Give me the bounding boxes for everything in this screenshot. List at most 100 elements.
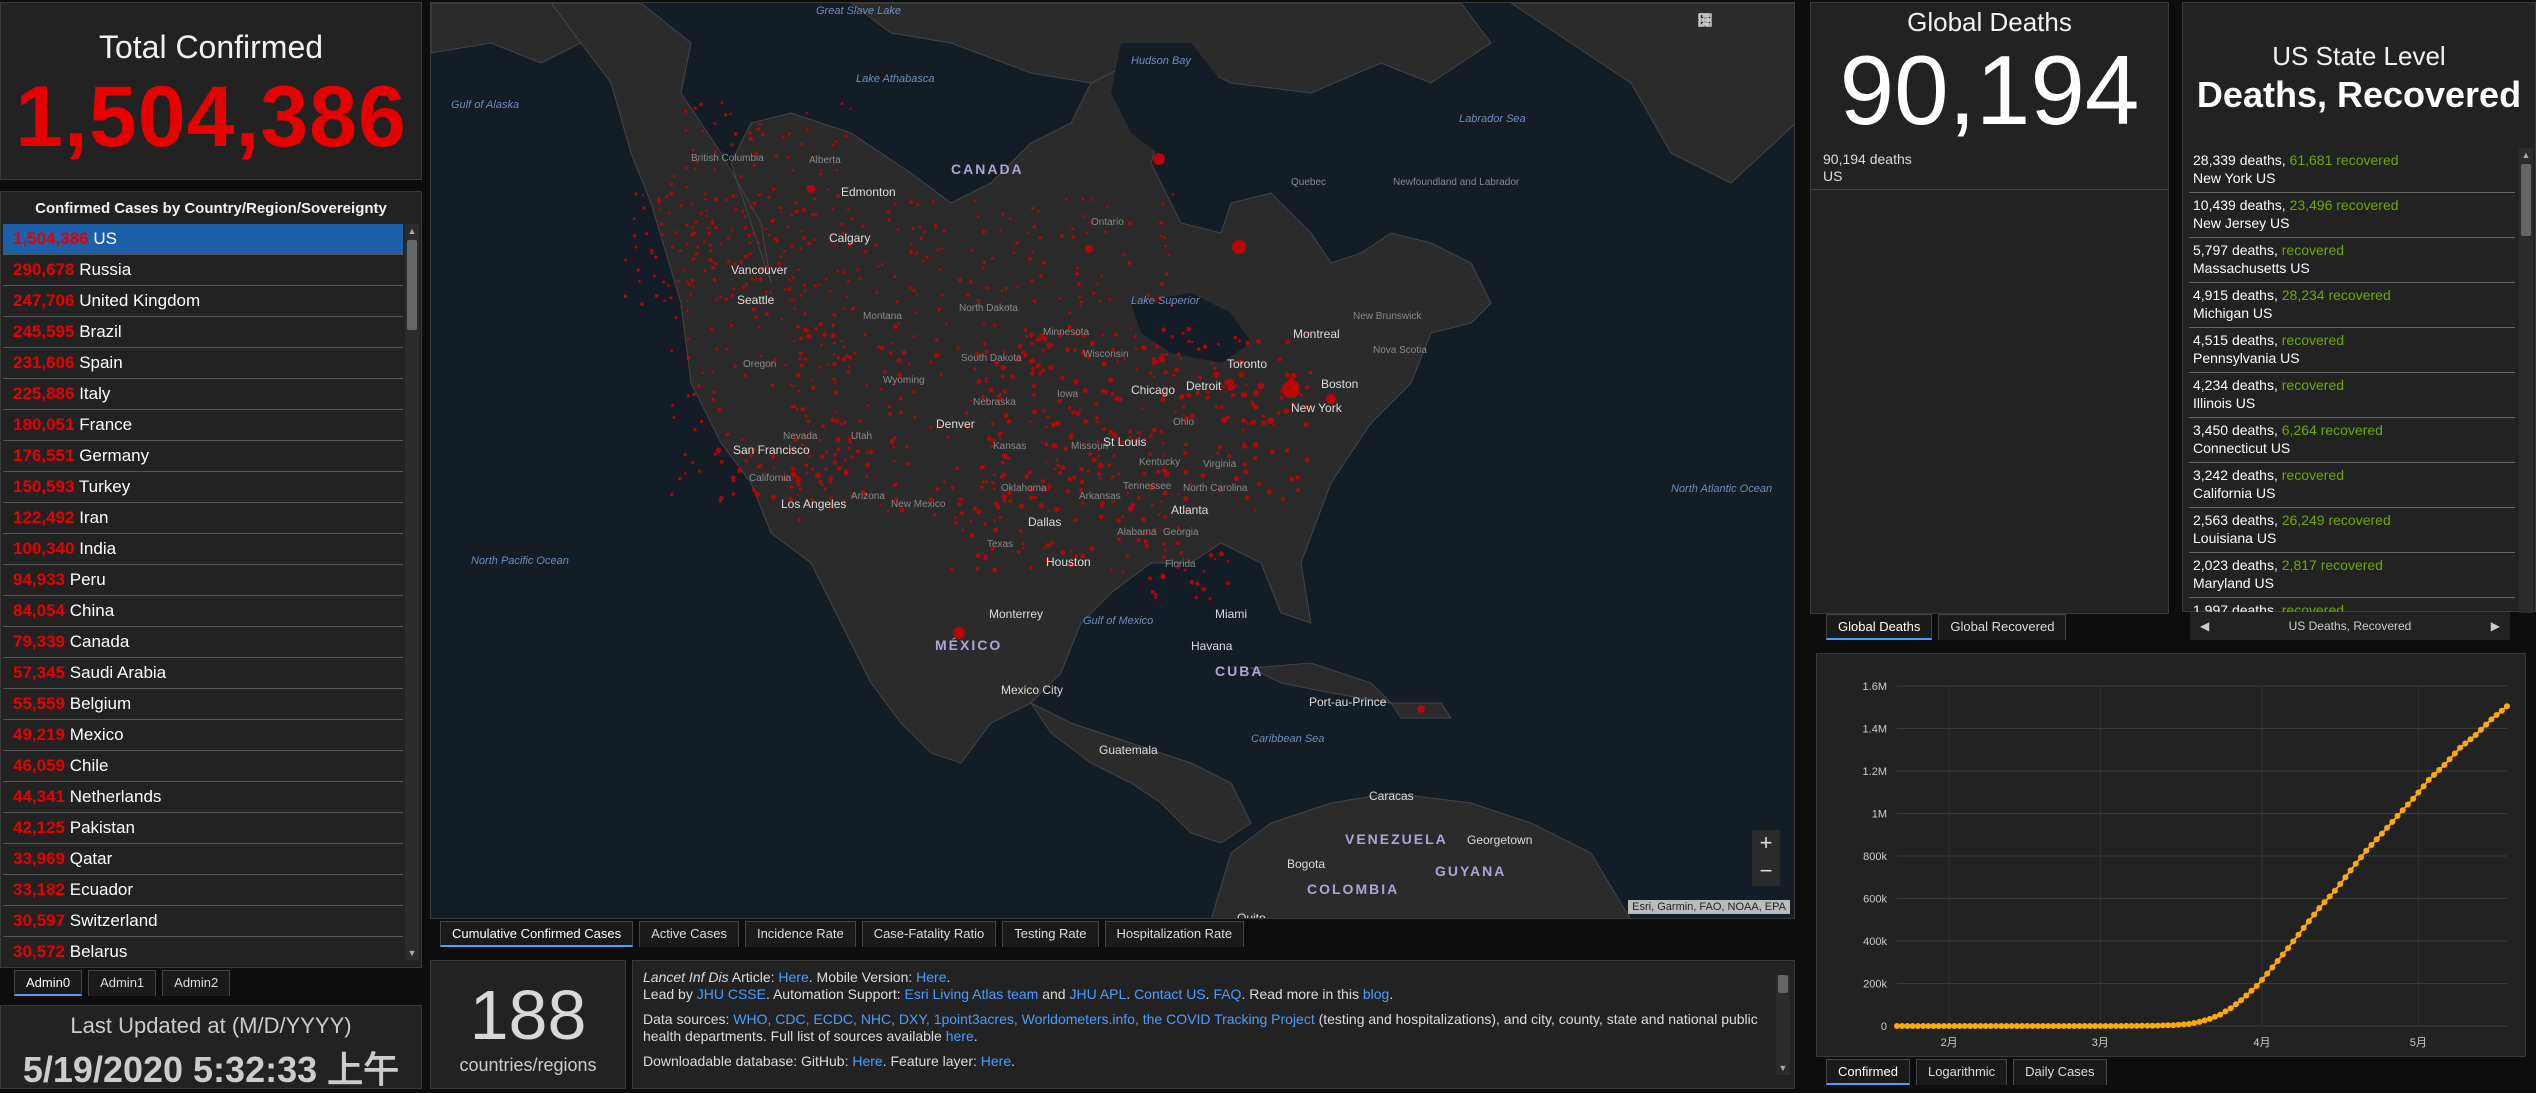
state-row[interactable]: 3,450 deaths, 6,264 recovered Connecticut… [2189, 418, 2515, 463]
jhu-csse-link[interactable]: JHU CSSE [697, 986, 766, 1002]
jhu-apl-link[interactable]: JHU APL [1069, 986, 1126, 1002]
case-dot[interactable] [1095, 416, 1099, 420]
case-dot[interactable] [894, 202, 897, 206]
case-dot[interactable] [652, 274, 656, 278]
case-dot[interactable] [980, 464, 986, 469]
case-dot[interactable] [1176, 352, 1181, 357]
case-dot[interactable] [1218, 551, 1224, 557]
case-dot[interactable] [756, 241, 760, 245]
case-dot[interactable] [1006, 419, 1012, 424]
tab-admin0[interactable]: Admin0 [14, 970, 83, 996]
case-dot[interactable] [726, 259, 731, 264]
confirmed-data-point[interactable] [2384, 824, 2391, 831]
confirmed-data-point[interactable] [2232, 1001, 2239, 1008]
zoom-in-button[interactable]: + [1752, 830, 1780, 858]
case-dot[interactable] [623, 294, 628, 299]
case-dot[interactable] [1159, 500, 1163, 503]
case-dot[interactable] [640, 302, 644, 306]
case-dot[interactable] [703, 192, 707, 196]
case-dot[interactable] [779, 255, 783, 258]
case-dot[interactable] [830, 417, 836, 423]
case-dot[interactable] [731, 492, 736, 496]
case-dot[interactable] [758, 122, 762, 126]
case-dot[interactable] [693, 106, 697, 110]
case-dot[interactable] [1046, 343, 1050, 346]
confirmed-data-point[interactable] [2097, 1023, 2104, 1029]
case-dot[interactable] [964, 411, 969, 415]
case-dot[interactable] [1067, 477, 1072, 482]
case-dot[interactable] [712, 370, 715, 374]
case-dot[interactable] [1225, 581, 1230, 586]
case-dot[interactable] [887, 405, 891, 409]
case-dot[interactable] [1296, 488, 1301, 493]
case-dot[interactable] [710, 222, 714, 226]
confirmed-data-point[interactable] [2425, 776, 2432, 783]
case-dot[interactable] [1040, 368, 1045, 373]
case-dot[interactable] [1141, 407, 1144, 411]
case-dot[interactable] [724, 113, 728, 117]
case-dot[interactable] [832, 460, 838, 465]
case-dot[interactable] [985, 380, 988, 384]
confirmed-data-point[interactable] [1930, 1023, 1937, 1029]
case-dot[interactable] [741, 438, 744, 441]
case-dot[interactable] [1071, 410, 1076, 415]
case-dot[interactable] [751, 488, 756, 492]
case-dot[interactable] [825, 278, 828, 281]
case-dot[interactable] [936, 248, 940, 252]
case-dot[interactable] [1148, 576, 1153, 581]
case-dot[interactable] [836, 194, 840, 198]
case-dot[interactable] [701, 129, 705, 133]
case-dot[interactable] [1000, 374, 1005, 379]
case-dot[interactable] [1079, 304, 1083, 307]
case-dot[interactable] [698, 469, 702, 473]
case-dot[interactable] [709, 248, 713, 253]
case-dot[interactable] [1245, 340, 1251, 346]
case-dot[interactable] [814, 212, 818, 216]
case-dot[interactable] [670, 245, 674, 249]
case-dot[interactable] [998, 437, 1002, 441]
confirmed-data-point[interactable] [2373, 836, 2380, 843]
case-dot[interactable] [724, 298, 727, 302]
case-dot[interactable] [1101, 334, 1105, 337]
case-dot[interactable] [1044, 442, 1049, 447]
case-dot[interactable] [1159, 429, 1164, 434]
case-dot[interactable] [1128, 262, 1131, 266]
case-dot[interactable] [886, 209, 890, 214]
case-dot[interactable] [1183, 451, 1188, 456]
case-dot[interactable] [1136, 537, 1141, 542]
case-dot[interactable] [1417, 705, 1425, 713]
case-dot[interactable] [1054, 507, 1060, 513]
case-dot[interactable] [883, 370, 887, 374]
case-dot[interactable] [683, 472, 687, 475]
confirmed-data-point[interactable] [2352, 860, 2359, 867]
case-dot[interactable] [1214, 405, 1219, 409]
us-state-list[interactable]: 28,339 deaths, 61,681 recovered New York … [2189, 148, 2515, 613]
confirmed-data-point[interactable] [2238, 997, 2245, 1004]
case-dot[interactable] [733, 132, 738, 136]
case-dot[interactable] [1039, 503, 1045, 509]
case-dot[interactable] [739, 174, 743, 179]
confirmed-data-point[interactable] [2008, 1023, 2015, 1029]
confirmed-data-point[interactable] [2368, 842, 2375, 848]
case-dot[interactable] [1028, 256, 1032, 261]
case-dot[interactable] [983, 522, 988, 527]
confirmed-data-point[interactable] [2316, 905, 2323, 911]
case-dot[interactable] [1153, 592, 1158, 597]
case-dot[interactable] [1152, 428, 1157, 433]
confirmed-data-point[interactable] [2404, 801, 2411, 808]
case-dot[interactable] [1150, 589, 1155, 594]
case-dot[interactable] [940, 247, 943, 250]
case-dot[interactable] [1108, 429, 1114, 435]
case-dot[interactable] [1039, 274, 1043, 278]
case-dot[interactable] [1177, 492, 1180, 496]
case-dot[interactable] [796, 493, 800, 496]
case-dot[interactable] [813, 238, 816, 241]
case-dot[interactable] [1233, 476, 1239, 482]
case-dot[interactable] [820, 343, 823, 347]
article-link[interactable]: Here [778, 969, 808, 985]
case-dot[interactable] [641, 194, 645, 197]
case-dot[interactable] [804, 414, 808, 418]
case-dot[interactable] [906, 462, 910, 466]
case-dot[interactable] [747, 233, 751, 238]
case-dot[interactable] [717, 407, 722, 412]
